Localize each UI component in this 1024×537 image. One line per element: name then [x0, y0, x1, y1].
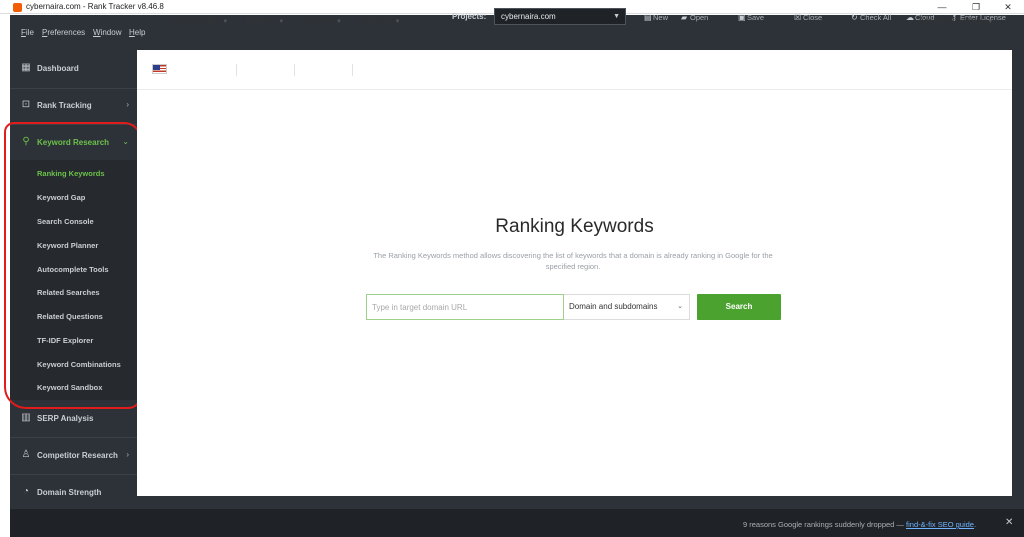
filter-divider [294, 64, 295, 76]
app-icon [13, 3, 22, 12]
sidebar-divider [10, 437, 137, 438]
chevron-right-icon: › [126, 450, 129, 459]
sidebar-item-competitor-research[interactable]: ♙ Competitor Research › [10, 444, 137, 468]
minimize-button[interactable]: — [932, 1, 952, 13]
new-file-icon: ▤ [644, 13, 652, 22]
sidebar-item-serp-analysis[interactable]: ▥ SERP Analysis [10, 407, 137, 431]
promo-message: 9 reasons Google rankings suddenly dropp… [743, 520, 976, 529]
open-button[interactable]: ▰ Open [681, 13, 708, 22]
menu-file[interactable]: File [21, 28, 34, 37]
domain-scope-select[interactable]: Domain and subdomains ⌄ [564, 294, 690, 320]
depth-filter-label: Top 100 [363, 16, 392, 25]
project-select-value: cybernaira.com [501, 12, 556, 21]
sidebar-item-dashboard[interactable]: ▦ Dashboard [10, 57, 137, 81]
result-type-filter[interactable]: Organic ▼ [305, 16, 342, 25]
window-title: cybernaira.com - Rank Tracker v8.46.8 [26, 2, 164, 11]
promo-end: . [973, 520, 977, 529]
sidebar-item-label: Domain Strength [37, 488, 102, 497]
sidebar-item-label: Dashboard [37, 64, 79, 73]
chevron-down-icon: ▼ [613, 13, 620, 20]
domain-url-input[interactable] [366, 294, 564, 320]
sidebar-item-label: Competitor Research [37, 451, 118, 460]
sidebar-item-label: SERP Analysis [37, 414, 94, 423]
chevron-down-icon: ▼ [394, 19, 401, 25]
filter-bar [137, 50, 1012, 90]
filter-divider [352, 64, 353, 76]
bar-chart-icon: ▥ [21, 412, 31, 423]
chevron-down-icon: ▼ [278, 19, 285, 25]
sidebar-item-label: Rank Tracking [37, 101, 92, 110]
sidebar-item-domain-strength[interactable]: ◔ Domain Strength [10, 481, 137, 505]
chevron-down-icon: ⌄ [677, 303, 683, 310]
new-label: New [653, 13, 669, 22]
device-filter-label: Desktop [246, 16, 276, 25]
save-icon: ▣ [738, 13, 746, 22]
region-filter[interactable]: USA (Google) ▼ [170, 16, 228, 25]
advanced-settings-label: Advanced settings [919, 16, 985, 25]
save-label: Save [747, 13, 765, 22]
filter-divider [236, 64, 237, 76]
chevron-down-icon: ▼ [987, 19, 994, 25]
region-filter-label: USA (Google) [170, 16, 220, 25]
gauge-icon: ◔ [22, 486, 30, 497]
folder-icon: ▰ [681, 13, 688, 22]
domain-scope-value: Domain and subdomains [569, 302, 658, 311]
project-select[interactable]: cybernaira.com ▼ [494, 8, 626, 25]
result-type-filter-label: Organic [305, 16, 334, 25]
user-icon: ♙ [21, 449, 31, 460]
sidebar-divider [10, 474, 137, 475]
chart-icon: ⊡ [21, 99, 31, 110]
menu-help[interactable]: Help [129, 28, 145, 37]
close-icon: ☒ [794, 13, 802, 22]
close-label: Close [803, 13, 823, 22]
advanced-settings-button[interactable]: Advanced settings ▼ [919, 16, 993, 25]
restore-button[interactable]: ❐ [966, 1, 986, 13]
sidebar-divider [10, 88, 137, 89]
menu-preferences[interactable]: Preferences [42, 28, 85, 37]
close-icon[interactable]: ✕ [1005, 517, 1013, 528]
sidebar-item-rank-tracking[interactable]: ⊡ Rank Tracking › [10, 94, 137, 118]
open-label: Open [690, 13, 709, 22]
us-flag-icon [152, 64, 167, 74]
page-title: Ranking Keywords [495, 216, 654, 237]
promo-text: 9 reasons Google rankings suddenly dropp… [743, 520, 907, 529]
menu-window[interactable]: Window [93, 28, 121, 37]
new-button[interactable]: ▤New [644, 13, 668, 22]
promo-link[interactable]: find-&-fix SEO guide [906, 520, 974, 529]
save-button[interactable]: ▣Save [738, 13, 764, 22]
page-description: The Ranking Keywords method allows disco… [373, 251, 773, 271]
check-all-button[interactable]: ↻ Check All [851, 13, 891, 22]
search-button[interactable]: Search [697, 294, 781, 320]
chevron-down-icon: ▼ [222, 19, 229, 25]
cloud-icon: ☁ [906, 13, 914, 22]
chevron-down-icon: ▼ [336, 19, 342, 25]
highlight-annotation [4, 122, 142, 409]
refresh-icon: ↻ [851, 13, 858, 22]
close-window-button[interactable]: ✕ [998, 1, 1018, 13]
chevron-right-icon: › [126, 100, 129, 109]
dashboard-icon: ▦ [21, 62, 31, 73]
check-all-label: Check All [860, 13, 892, 22]
close-project-button[interactable]: ☒ Close [794, 13, 822, 22]
projects-label: Projects: [452, 12, 487, 21]
main-content [137, 50, 1012, 496]
depth-filter[interactable]: Top 100 ▼ [363, 16, 400, 25]
device-filter[interactable]: Desktop ▼ [246, 16, 284, 25]
